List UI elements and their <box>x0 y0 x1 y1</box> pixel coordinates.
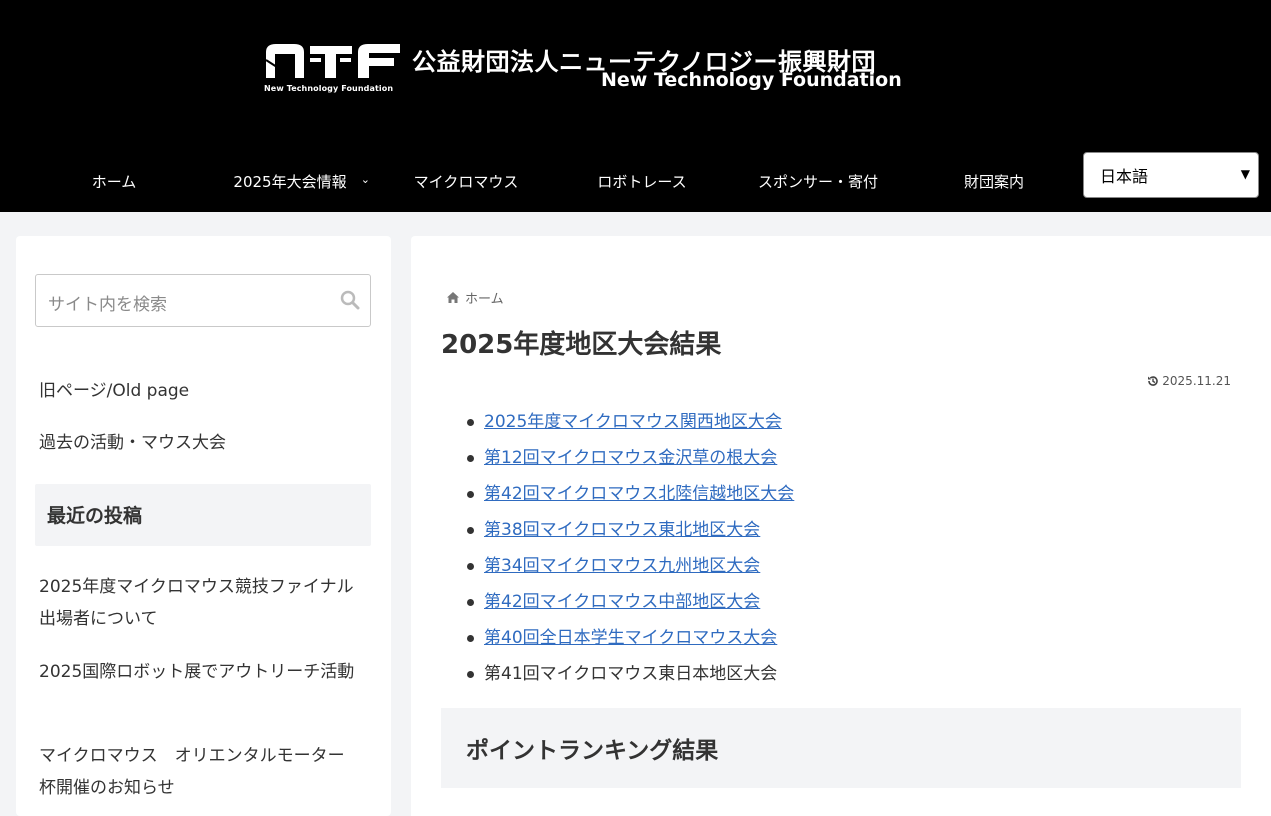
updated-date: 2025.11.21 <box>1147 374 1231 388</box>
breadcrumb-home-label: ホーム <box>465 292 504 307</box>
result-link[interactable]: 第40回全日本学生マイクロマウス大会 <box>484 628 777 648</box>
language-select[interactable]: 日本語 ▼ <box>1083 152 1259 198</box>
search-icon[interactable] <box>340 290 360 310</box>
result-link[interactable]: 第34回マイクロマウス九州地区大会 <box>484 556 760 576</box>
search-placeholder: サイト内を検索 <box>48 295 167 315</box>
list-item: 第34回マイクロマウス九州地区大会 <box>466 548 794 584</box>
ranking-heading: ポイントランキング結果 <box>441 708 1241 788</box>
main-nav: ホーム 2025年大会情報 ⌄ マイクロマウス ロボトレース スポンサー・寄付 財… <box>26 158 1082 204</box>
nav-item-2025-event-info[interactable]: 2025年大会情報 ⌄ <box>202 158 378 204</box>
history-icon <box>1148 376 1159 386</box>
logo-mark-subtitle: New Technology Foundation <box>264 84 394 93</box>
search-input[interactable]: サイト内を検索 <box>35 274 371 327</box>
nav-item-sponsor-donation[interactable]: スポンサー・寄付 <box>730 158 906 204</box>
chevron-down-icon: ⌄ <box>360 173 370 186</box>
result-link[interactable]: 第38回マイクロマウス東北地区大会 <box>484 520 760 540</box>
nav-item-robotrace[interactable]: ロボトレース <box>554 158 730 204</box>
result-link[interactable]: 第42回マイクロマウス北陸信越地区大会 <box>484 484 794 504</box>
list-item: 第38回マイクロマウス東北地区大会 <box>466 512 794 548</box>
recent-post-link[interactable]: 2025年度マイクロマウス競技ファイナル出場者について <box>39 571 359 635</box>
nav-item-label: マイクロマウス <box>413 172 519 191</box>
result-link[interactable]: 第12回マイクロマウス金沢草の根大会 <box>484 448 777 468</box>
recent-post-link[interactable]: 2025国際ロボット展でアウトリーチ活動 <box>39 656 359 688</box>
nav-item-label: 2025年大会情報 <box>233 172 347 191</box>
language-select-value: 日本語 <box>1100 167 1149 186</box>
list-item: 第40回全日本学生マイクロマウス大会 <box>466 620 794 656</box>
list-item: 2025年度マイクロマウス関西地区大会 <box>466 404 794 440</box>
nav-item-label: スポンサー・寄付 <box>757 172 878 191</box>
list-item: 第41回マイクロマウス東日本地区大会 <box>466 656 794 692</box>
nav-item-foundation-info[interactable]: 財団案内 <box>906 158 1082 204</box>
result-text: 第41回マイクロマウス東日本地区大会 <box>484 664 778 684</box>
list-item: 第12回マイクロマウス金沢草の根大会 <box>466 440 794 476</box>
page-title: 2025年度地区大会結果 <box>441 330 722 360</box>
recent-posts-heading: 最近の投稿 <box>35 484 371 546</box>
list-item: 第42回マイクロマウス中部地区大会 <box>466 584 794 620</box>
nav-item-label: 財団案内 <box>963 172 1024 191</box>
sidebar-link-old-page[interactable]: 旧ページ/Old page <box>39 376 189 401</box>
site-header: New Technology Foundation 公益財団法人ニューテクノロジ… <box>0 0 1271 212</box>
recent-posts-heading-label: 最近の投稿 <box>47 505 143 527</box>
result-link[interactable]: 第42回マイクロマウス中部地区大会 <box>484 592 760 612</box>
ranking-heading-label: ポイントランキング結果 <box>466 738 719 764</box>
breadcrumb[interactable]: ホーム <box>447 288 504 307</box>
results-list: 2025年度マイクロマウス関西地区大会 第12回マイクロマウス金沢草の根大会 第… <box>466 404 794 692</box>
recent-post-link[interactable]: マイクロマウス オリエンタルモーター杯開催のお知らせ <box>39 740 359 804</box>
updated-date-value: 2025.11.21 <box>1162 374 1231 388</box>
nav-item-label: ホーム <box>91 172 137 191</box>
chevron-down-icon: ▼ <box>1240 167 1250 181</box>
sidebar-link-past-activities[interactable]: 過去の活動・マウス大会 <box>39 428 226 453</box>
nav-item-label: ロボトレース <box>597 172 687 191</box>
home-icon <box>447 292 459 303</box>
sidebar: サイト内を検索 旧ページ/Old page 過去の活動・マウス大会 最近の投稿 … <box>16 236 391 816</box>
nav-item-home[interactable]: ホーム <box>26 158 202 204</box>
result-link[interactable]: 2025年度マイクロマウス関西地区大会 <box>484 412 782 432</box>
logo-title-english: New Technology Foundation <box>601 69 902 91</box>
nav-item-micromouse[interactable]: マイクロマウス <box>378 158 554 204</box>
site-logo[interactable]: New Technology Foundation 公益財団法人ニューテクノロジ… <box>264 38 904 98</box>
list-item: 第42回マイクロマウス北陸信越地区大会 <box>466 476 794 512</box>
main-content: ホーム 2025年度地区大会結果 2025.11.21 2025年度マイクロマウ… <box>411 236 1271 816</box>
